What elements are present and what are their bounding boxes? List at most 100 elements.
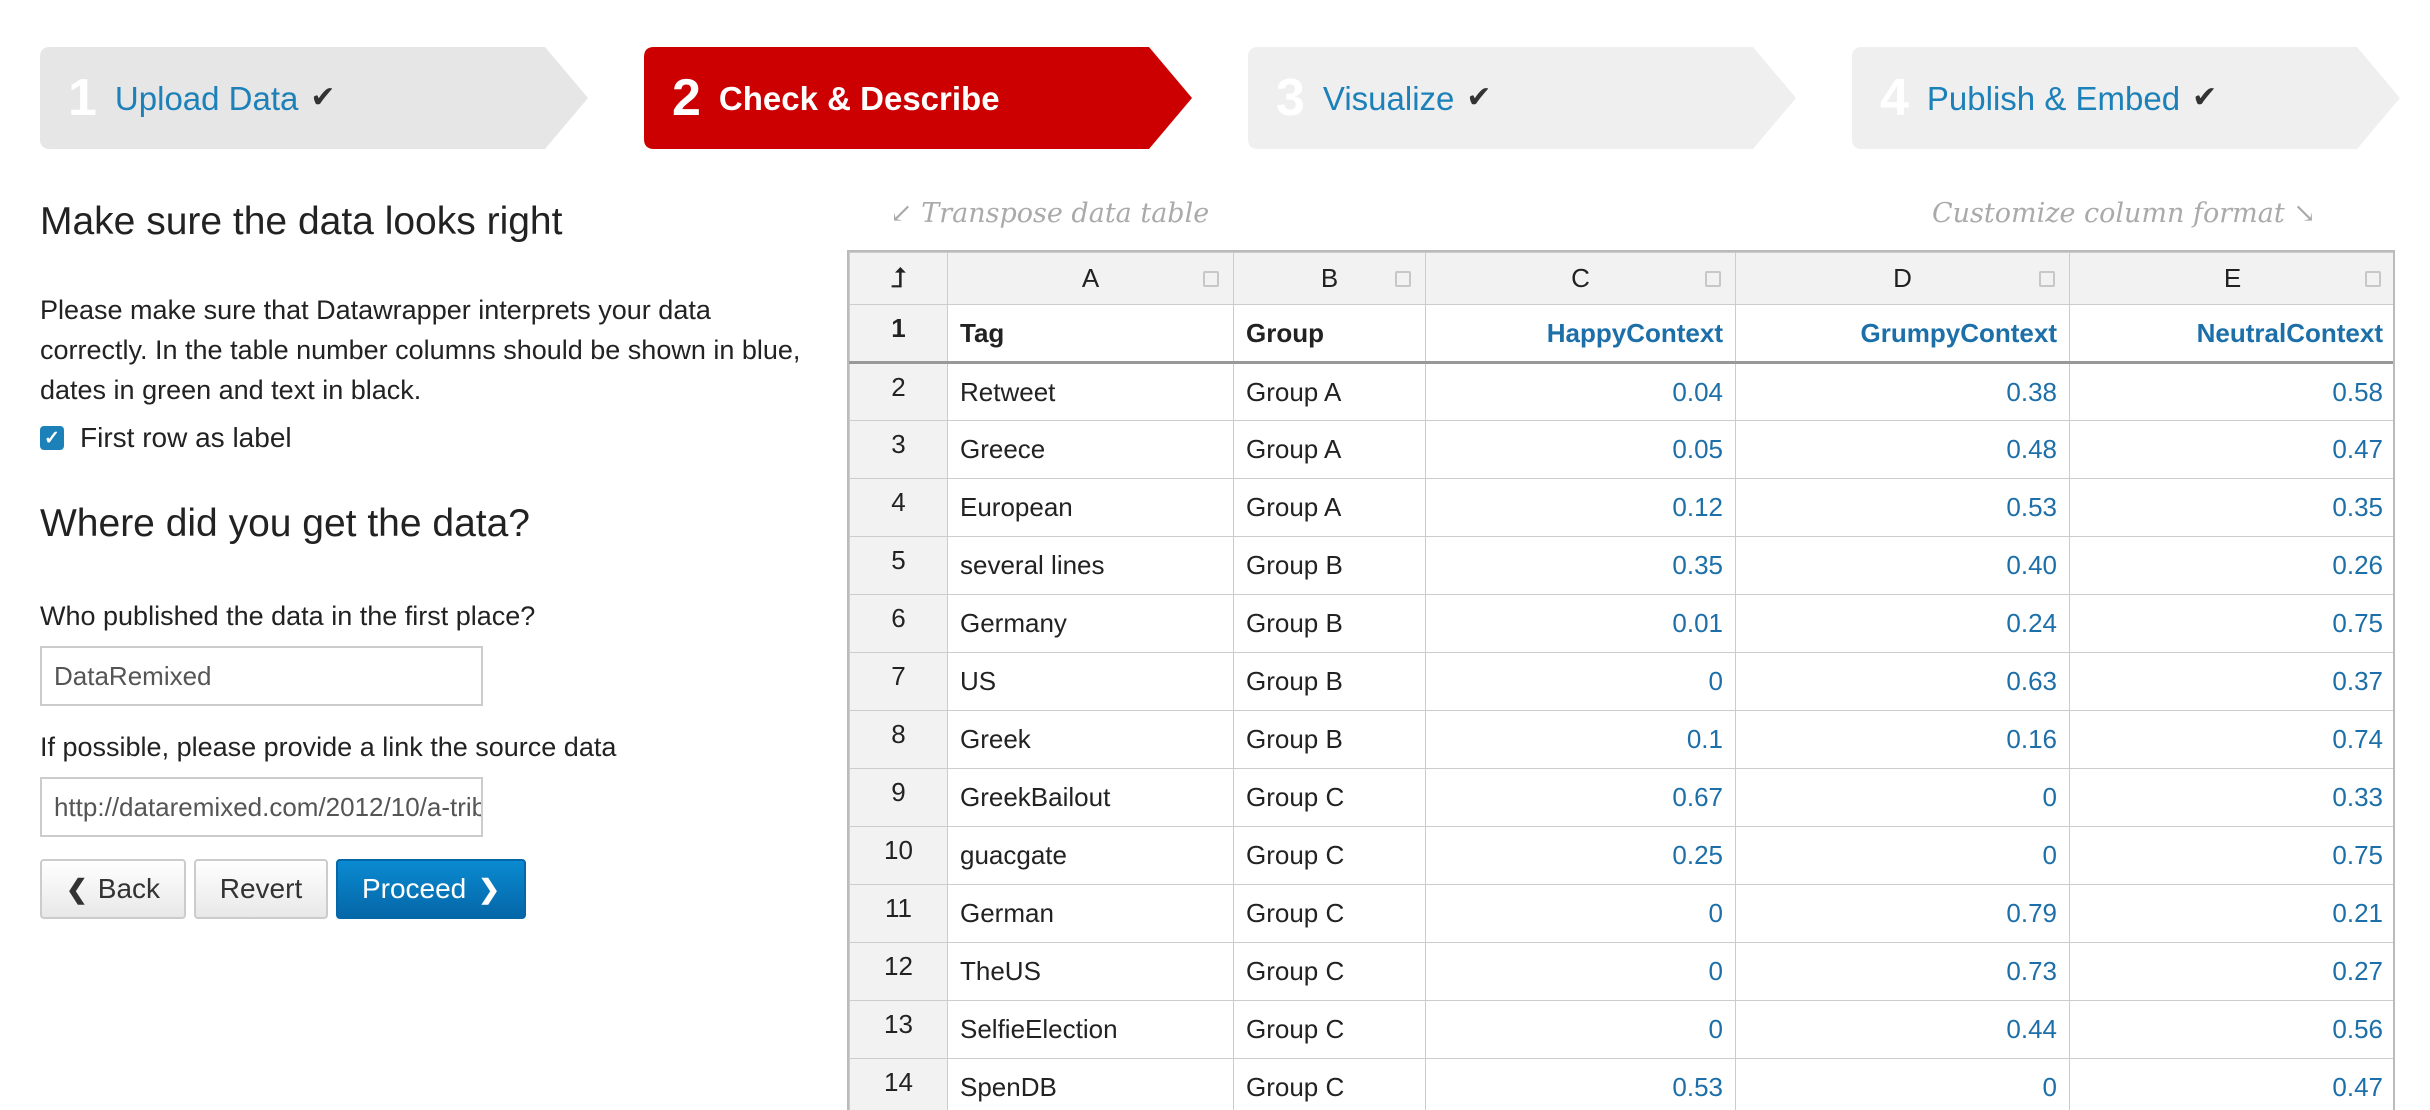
- table-cell[interactable]: Group C: [1233, 1000, 1426, 1059]
- table-cell[interactable]: Germany: [947, 594, 1234, 653]
- table-cell[interactable]: 0.75: [2069, 594, 2393, 653]
- row-number[interactable]: 3: [849, 420, 948, 479]
- table-cell[interactable]: 0.01: [1425, 594, 1736, 653]
- table-cell[interactable]: 0.44: [1735, 1000, 2070, 1059]
- table-cell[interactable]: Group: [1233, 304, 1426, 364]
- column-header-a[interactable]: A: [947, 252, 1234, 305]
- table-cell[interactable]: Group A: [1233, 420, 1426, 479]
- step-publish-embed[interactable]: 4 Publish & Embed ✔: [1852, 47, 2400, 149]
- proceed-button[interactable]: Proceed ❯: [336, 859, 526, 919]
- column-header-e[interactable]: E: [2069, 252, 2393, 305]
- table-cell[interactable]: 0.21: [2069, 884, 2393, 943]
- first-row-checkbox[interactable]: ✓: [40, 426, 64, 450]
- table-cell[interactable]: 0.75: [2069, 826, 2393, 885]
- table-cell[interactable]: 0.04: [1425, 362, 1736, 421]
- table-cell[interactable]: GrumpyContext: [1735, 304, 2070, 364]
- row-number[interactable]: 6: [849, 594, 948, 653]
- row-number[interactable]: 4: [849, 478, 948, 537]
- table-cell[interactable]: 0.79: [1735, 884, 2070, 943]
- table-cell[interactable]: Group C: [1233, 826, 1426, 885]
- table-cell[interactable]: Group B: [1233, 652, 1426, 711]
- table-cell[interactable]: European: [947, 478, 1234, 537]
- row-number[interactable]: 2: [849, 362, 948, 421]
- row-number[interactable]: 1: [849, 304, 948, 364]
- table-cell[interactable]: Retweet: [947, 362, 1234, 421]
- table-cell[interactable]: several lines: [947, 536, 1234, 595]
- column-format-icon[interactable]: [1395, 271, 1411, 287]
- table-cell[interactable]: 0: [1735, 1058, 2070, 1110]
- column-format-icon[interactable]: [2039, 271, 2055, 287]
- table-cell[interactable]: 0: [1425, 1000, 1736, 1059]
- table-cell[interactable]: 0.53: [1735, 478, 2070, 537]
- table-cell[interactable]: Group C: [1233, 884, 1426, 943]
- table-cell[interactable]: 0: [1735, 826, 2070, 885]
- source-link-input[interactable]: http://dataremixed.com/2012/10/a-trib: [40, 777, 483, 837]
- table-cell[interactable]: 0.53: [1425, 1058, 1736, 1110]
- column-header-b[interactable]: B: [1233, 252, 1426, 305]
- table-cell[interactable]: Group A: [1233, 478, 1426, 537]
- step-visualize[interactable]: 3 Visualize ✔: [1248, 47, 1796, 149]
- table-cell[interactable]: 0.67: [1425, 768, 1736, 827]
- table-cell[interactable]: 0.40: [1735, 536, 2070, 595]
- table-cell[interactable]: Group B: [1233, 710, 1426, 769]
- table-cell[interactable]: 0: [1735, 768, 2070, 827]
- table-cell[interactable]: 0.38: [1735, 362, 2070, 421]
- table-cell[interactable]: 0.16: [1735, 710, 2070, 769]
- table-cell[interactable]: Group C: [1233, 768, 1426, 827]
- table-cell[interactable]: 0.74: [2069, 710, 2393, 769]
- row-number[interactable]: 5: [849, 536, 948, 595]
- table-cell[interactable]: 0.56: [2069, 1000, 2393, 1059]
- step-check-describe[interactable]: 2 Check & Describe: [644, 47, 1192, 149]
- table-cell[interactable]: 0.37: [2069, 652, 2393, 711]
- table-cell[interactable]: Group B: [1233, 536, 1426, 595]
- table-cell[interactable]: guacgate: [947, 826, 1234, 885]
- table-cell[interactable]: German: [947, 884, 1234, 943]
- step-label[interactable]: Visualize: [1323, 82, 1454, 115]
- table-cell[interactable]: 0.25: [1425, 826, 1736, 885]
- table-cell[interactable]: Greece: [947, 420, 1234, 479]
- table-cell[interactable]: 0.27: [2069, 942, 2393, 1001]
- row-number[interactable]: 14: [849, 1058, 948, 1110]
- table-cell[interactable]: TheUS: [947, 942, 1234, 1001]
- table-cell[interactable]: 0.47: [2069, 1058, 2393, 1110]
- row-number[interactable]: 9: [849, 768, 948, 827]
- table-cell[interactable]: Group C: [1233, 1058, 1426, 1110]
- column-header-d[interactable]: D: [1735, 252, 2070, 305]
- table-cell[interactable]: GreekBailout: [947, 768, 1234, 827]
- table-cell[interactable]: 0.35: [1425, 536, 1736, 595]
- table-cell[interactable]: 0.58: [2069, 362, 2393, 421]
- table-cell[interactable]: Group B: [1233, 594, 1426, 653]
- row-number[interactable]: 11: [849, 884, 948, 943]
- table-cell[interactable]: 0.47: [2069, 420, 2393, 479]
- table-cell[interactable]: 0: [1425, 884, 1736, 943]
- table-cell[interactable]: Tag: [947, 304, 1234, 364]
- table-cell[interactable]: Group A: [1233, 362, 1426, 421]
- table-cell[interactable]: 0.1: [1425, 710, 1736, 769]
- transpose-icon[interactable]: ⮥: [849, 252, 948, 305]
- back-button[interactable]: ❮ Back: [40, 859, 186, 919]
- table-cell[interactable]: 0.12: [1425, 478, 1736, 537]
- table-cell[interactable]: SelfieElection: [947, 1000, 1234, 1059]
- table-cell[interactable]: 0.05: [1425, 420, 1736, 479]
- row-number[interactable]: 10: [849, 826, 948, 885]
- table-cell[interactable]: 0: [1425, 942, 1736, 1001]
- row-number[interactable]: 7: [849, 652, 948, 711]
- table-cell[interactable]: 0.63: [1735, 652, 2070, 711]
- table-cell[interactable]: HappyContext: [1425, 304, 1736, 364]
- table-cell[interactable]: 0.24: [1735, 594, 2070, 653]
- column-format-icon[interactable]: [1705, 271, 1721, 287]
- row-number[interactable]: 13: [849, 1000, 948, 1059]
- table-cell[interactable]: US: [947, 652, 1234, 711]
- column-format-icon[interactable]: [1203, 271, 1219, 287]
- table-cell[interactable]: SpenDB: [947, 1058, 1234, 1110]
- table-cell[interactable]: 0.26: [2069, 536, 2393, 595]
- column-format-icon[interactable]: [2365, 271, 2381, 287]
- column-header-c[interactable]: C: [1425, 252, 1736, 305]
- table-cell[interactable]: NeutralContext: [2069, 304, 2393, 364]
- step-label[interactable]: Publish & Embed: [1927, 82, 2180, 115]
- table-cell[interactable]: 0.48: [1735, 420, 2070, 479]
- row-number[interactable]: 12: [849, 942, 948, 1001]
- table-cell[interactable]: Group C: [1233, 942, 1426, 1001]
- step-upload-data[interactable]: 1 Upload Data ✔: [40, 47, 588, 149]
- table-cell[interactable]: 0.73: [1735, 942, 2070, 1001]
